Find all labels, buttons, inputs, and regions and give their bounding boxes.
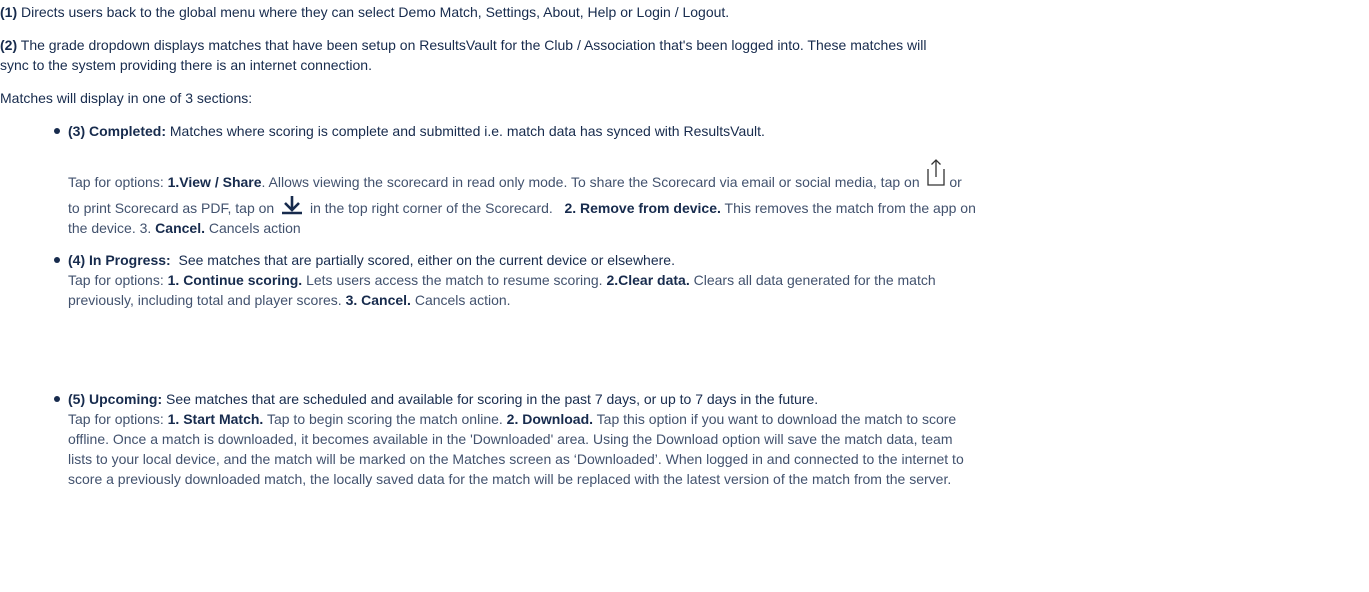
upcoming-opt2-label: 2. Download. (506, 411, 594, 427)
completed-opt3-label: Cancel. (155, 220, 205, 236)
p2-line2: sync to the system providing there is an… (0, 57, 372, 73)
bullet-icon (54, 257, 60, 263)
in-progress-opt2-text: Clears all data generated for the match (689, 272, 936, 288)
tag-1: (1) (0, 4, 18, 20)
completed-options-line2: to print Scorecard as PDF, tap on in the… (68, 195, 1358, 238)
upcoming-line5: score a previously downloaded match, the… (68, 471, 952, 487)
paragraph-grade-dropdown: (2) The grade dropdown displays matches … (0, 35, 1365, 75)
in-progress-text: See matches that are partially scored, e… (170, 252, 675, 268)
upcoming-opt1-label: 1. Start Match. (167, 411, 264, 427)
completed-print-post: in the top right corner of the Scorecard… (306, 200, 565, 216)
completed-opt3-text: Cancels action (204, 220, 301, 236)
bullet-icon (54, 128, 60, 134)
p3-text: Matches will display in one of 3 section… (0, 90, 253, 106)
download-icon (282, 196, 303, 215)
in-progress-opt1-label: 1. Continue scoring. (167, 272, 303, 288)
completed-options-line1: Tap for options: 1.View / Share. Allows … (68, 159, 1358, 192)
in-progress-opt-prefix: Tap for options: (68, 272, 168, 288)
in-progress-opt1-text: Lets users access the match to resume sc… (302, 272, 607, 288)
share-icon (926, 159, 945, 186)
upcoming-opt-prefix: Tap for options: (68, 411, 168, 427)
in-progress-opt3-label: 3. Cancel. (345, 292, 411, 308)
completed-line3-pre: the device. 3. (68, 220, 156, 236)
paragraph-sections-intro: Matches will display in one of 3 section… (0, 88, 1365, 108)
tag-2: (2) (0, 37, 18, 53)
p2-line1: The grade dropdown displays matches that… (17, 37, 927, 53)
completed-or: or (945, 174, 962, 190)
completed-heading: (3) Completed: (68, 123, 166, 139)
completed-print-pre: to print Scorecard as PDF, tap on (68, 200, 275, 216)
upcoming-opt1-text: Tap to begin scoring the match online. (263, 411, 507, 427)
in-progress-opt2-label: 2.Clear data. (606, 272, 690, 288)
completed-opt-prefix: Tap for options: (68, 174, 168, 190)
upcoming-line4: lists to your local device, and the matc… (68, 451, 964, 467)
paragraph-global-menu: (1) Directs users back to the global men… (0, 2, 1365, 22)
completed-opt1-label: 1.View / Share (167, 174, 262, 190)
upcoming-line3: offline. Once a match is downloaded, it … (68, 431, 953, 447)
documentation-page: (1) Directs users back to the global men… (0, 0, 1369, 592)
completed-text: Matches where scoring is complete and su… (166, 123, 765, 139)
upcoming-heading: (5) Upcoming: (68, 391, 163, 407)
completed-opt1-text: . Allows viewing the scorecard in read o… (261, 174, 920, 190)
in-progress-line3-pre: previously, including total and player s… (68, 292, 346, 308)
bullet-icon (54, 396, 60, 402)
list-item-completed: (3) Completed: Matches where scoring is … (54, 121, 1358, 141)
upcoming-text: See matches that are scheduled and avail… (162, 391, 819, 407)
in-progress-heading: (4) In Progress: (68, 252, 171, 268)
in-progress-opt3-text: Cancels action. (410, 292, 511, 308)
p1-text: Directs users back to the global menu wh… (17, 4, 730, 20)
completed-opt2-text: This removes the match from the app on (720, 200, 976, 216)
list-item-upcoming: (5) Upcoming: See matches that are sched… (54, 389, 1358, 489)
list-item-in-progress: (4) In Progress: See matches that are pa… (54, 250, 1358, 310)
completed-opt2-label: 2. Remove from device. (564, 200, 721, 216)
upcoming-opt2-text: Tap this option if you want to download … (593, 411, 957, 427)
